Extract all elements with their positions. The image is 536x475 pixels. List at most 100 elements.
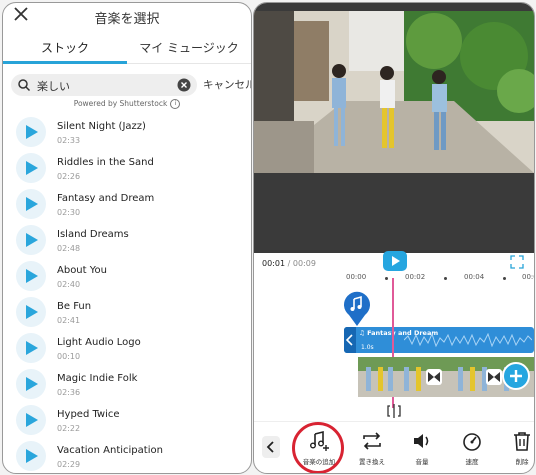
chevron-left-icon [346,334,353,346]
list-item[interactable]: Island Dreams 02:48 [3,223,251,259]
play-icon [392,256,400,266]
transition-icon[interactable] [426,369,442,385]
track-duration: 02:36 [57,388,81,397]
list-item[interactable]: Magic Indie Folk 02:36 [3,367,251,403]
volume-icon [414,434,429,448]
audio-clip-length: 1.0s [361,344,374,351]
replace-icon [363,432,381,450]
video-preview [254,3,534,253]
highlight-circle [292,422,344,473]
ruler-label: 00:06 [522,273,534,281]
play-icon[interactable] [16,333,46,363]
audio-clip[interactable]: ♫ Fantasy and Dream 1.0s [344,327,534,353]
ruler-label: 00:04 [464,273,485,281]
track-duration: 02:22 [57,424,81,433]
track-duration: 02:33 [57,136,81,145]
tab-my-music[interactable]: マイ ミュージック [127,39,251,56]
track-duration: 02:48 [57,244,81,253]
music-marker-icon[interactable] [342,289,372,327]
search-icon [18,79,31,92]
play-icon[interactable] [16,369,46,399]
chevron-left-icon [266,441,274,453]
replace-label: 置き換え [359,458,385,466]
current-time: 00:01 [262,259,286,268]
fullscreen-icon[interactable] [510,255,524,269]
speed-icon [463,433,481,451]
split-icon[interactable] [386,403,402,419]
music-picker-panel: 音楽を選択 ストック マイ ミュージック 楽しい キャンセル Powered b… [2,2,252,474]
track-duration: 02:29 [57,460,81,469]
track-name: Hyped Twice [57,409,120,420]
replace-button[interactable]: 置き換え [347,430,397,466]
track-name: Light Audio Logo [57,337,141,348]
play-icon[interactable] [16,225,46,255]
speed-button[interactable]: 速度 [447,430,497,466]
waveform [404,333,532,347]
track-name: Silent Night (Jazz) [57,121,146,132]
preview-photo [254,11,534,173]
timeline-ruler: 00:00 00:02 00:04 00:06 [254,273,534,287]
play-icon[interactable] [16,117,46,147]
ruler-label: 00:00 [346,273,367,281]
search-input[interactable]: 楽しい [11,74,197,96]
play-icon[interactable] [16,441,46,471]
track-name: Fantasy and Dream [57,193,155,204]
ruler-dot [503,277,506,280]
list-item[interactable]: Be Fun 02:41 [3,295,251,331]
play-icon[interactable] [16,261,46,291]
info-icon[interactable]: i [170,99,181,109]
ruler-dot [385,277,388,280]
trim-handle[interactable] [344,327,356,353]
speed-label: 速度 [465,458,479,466]
track-name: Be Fun [57,301,92,312]
volume-button[interactable]: 音量 [397,430,447,466]
search-row: 楽しい キャンセル [3,74,251,100]
play-icon[interactable] [16,297,46,327]
list-item[interactable]: Riddles in the Sand 02:26 [3,151,251,187]
track-name: About You [57,265,107,276]
active-tab-indicator [3,61,127,64]
time-readout: 00:01 / 00:09 [262,259,316,268]
trash-icon [514,432,530,451]
track-duration: 02:41 [57,316,81,325]
track-name: Riddles in the Sand [57,157,154,168]
list-item[interactable]: Hyped Twice 02:22 [3,403,251,439]
tab-stock[interactable]: ストック [3,39,127,56]
search-query: 楽しい [37,80,70,93]
attribution: Powered by Shutterstock i [3,99,251,113]
track-name: Island Dreams [57,229,129,240]
list-item[interactable]: Light Audio Logo 00:10 [3,331,251,367]
track-name: Vacation Anticipation [57,445,163,456]
play-icon[interactable] [16,153,46,183]
ruler-label: 00:02 [405,273,426,281]
play-icon[interactable] [16,405,46,435]
track-duration: 02:30 [57,208,81,217]
video-editor-panel: 00:01 / 00:09 00:00 00:02 00:04 00:06 ♫ … [253,2,535,474]
track-duration: 02:26 [57,172,81,181]
time-bar: 00:01 / 00:09 [254,251,534,275]
track-name: Magic Indie Folk [57,373,138,384]
list-item[interactable]: Silent Night (Jazz) 02:33 [3,115,251,151]
volume-label: 音量 [415,458,429,466]
back-button[interactable] [262,436,280,458]
list-item[interactable]: Vacation Anticipation 02:29 [3,439,251,473]
list-item[interactable]: About You 02:40 [3,259,251,295]
track-duration: 02:40 [57,280,81,289]
transition-icon[interactable] [486,369,502,385]
picker-tabs: ストック マイ ミュージック [3,31,251,64]
picker-title: 音楽を選択 [94,12,160,27]
ruler-dot [444,277,447,280]
total-time: / 00:09 [287,259,316,268]
cancel-button[interactable]: キャンセル [203,77,251,92]
play-icon[interactable] [16,189,46,219]
list-item[interactable]: Fantasy and Dream 02:30 [3,187,251,223]
delete-button[interactable]: 削除 [497,430,534,466]
clear-search-icon[interactable] [177,78,191,92]
plus-icon [510,370,522,382]
play-button[interactable] [383,251,407,271]
delete-label: 削除 [515,458,529,466]
add-clip-button[interactable] [502,362,530,390]
attribution-text: Powered by Shutterstock [73,99,168,108]
track-duration: 00:10 [57,352,81,361]
picker-header: 音楽を選択 [3,3,251,31]
